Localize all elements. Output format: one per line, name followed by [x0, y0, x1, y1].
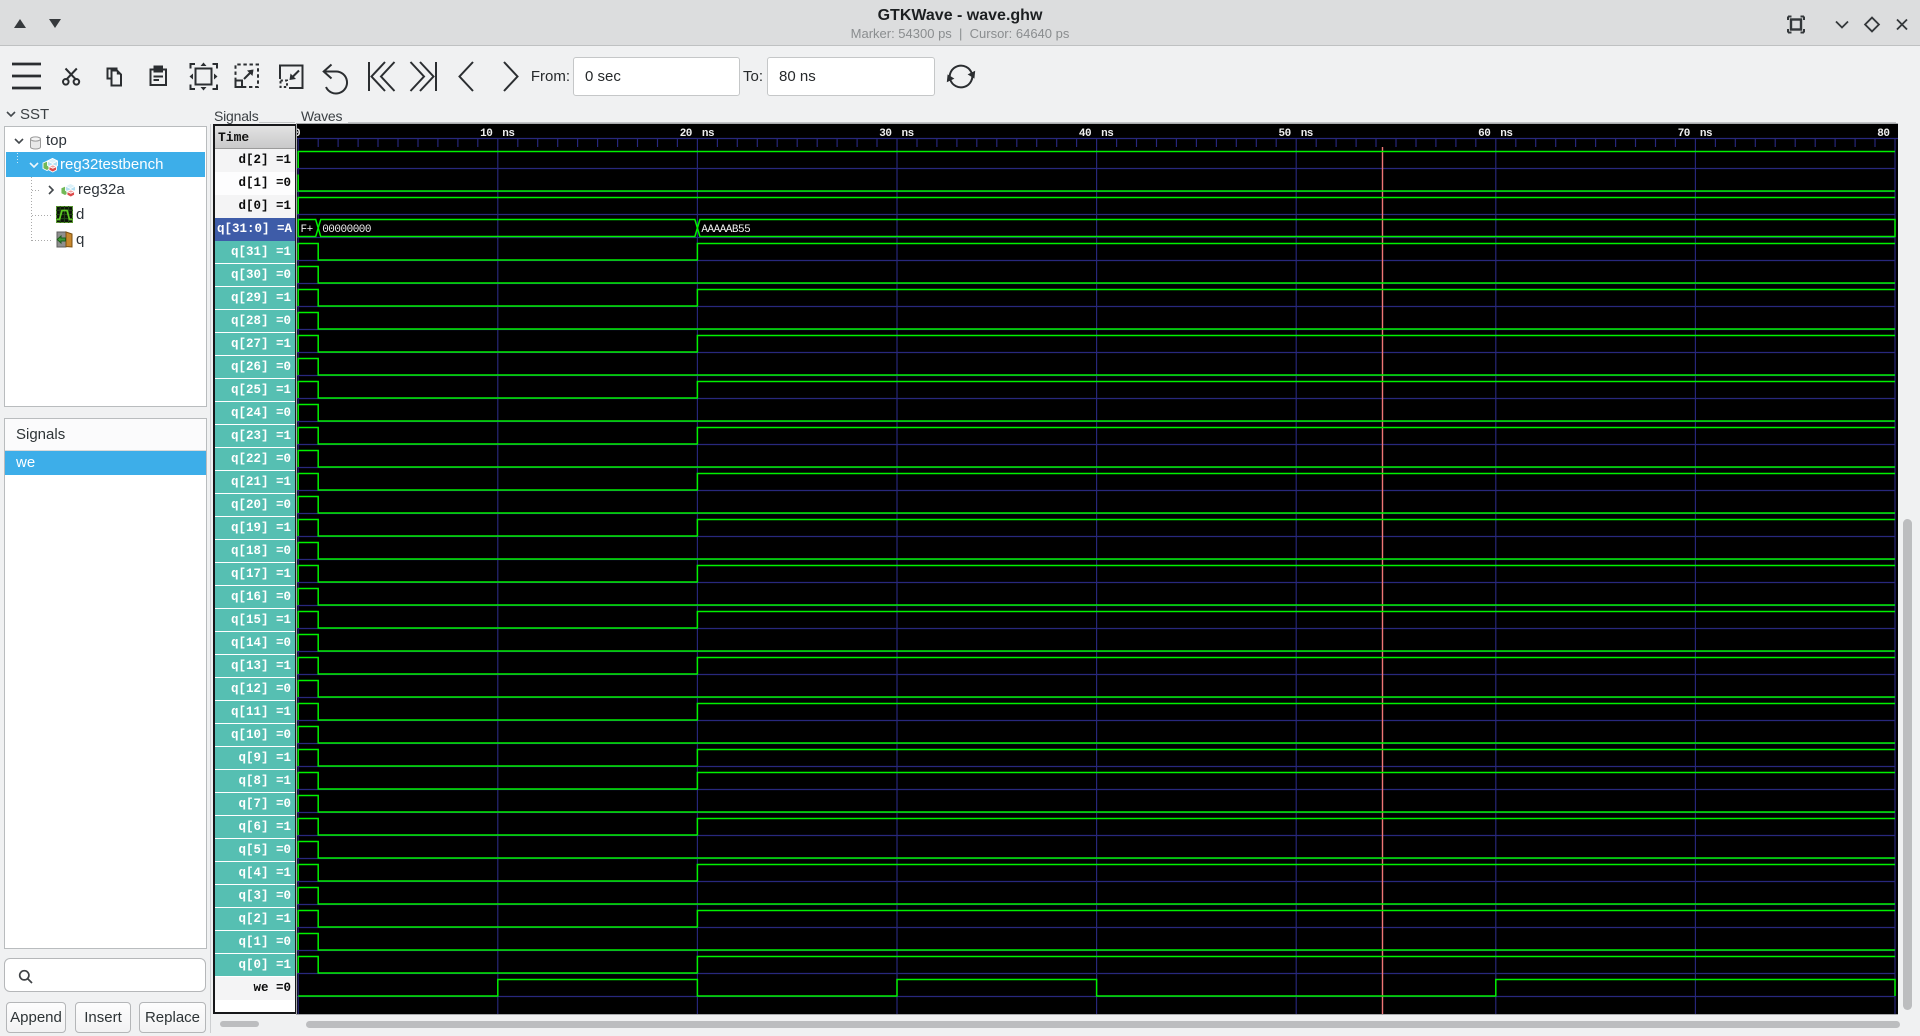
svg-text:ns: ns	[1700, 128, 1712, 140]
svg-text:50: 50	[1278, 128, 1290, 140]
svg-text:0: 0	[297, 128, 300, 140]
svg-text:ns: ns	[1500, 128, 1512, 140]
svg-text:20: 20	[680, 128, 692, 140]
svg-text:80: 80	[1877, 128, 1889, 140]
svg-text:00000000: 00000000	[322, 224, 371, 236]
svg-text:60: 60	[1478, 128, 1490, 140]
svg-text:ns: ns	[1301, 128, 1313, 140]
svg-text:10: 10	[480, 128, 492, 140]
svg-text:F+: F+	[301, 224, 313, 236]
svg-text:ns: ns	[702, 128, 714, 140]
svg-text:AAAAAB55: AAAAAB55	[701, 224, 750, 236]
svg-text:70: 70	[1678, 128, 1690, 140]
svg-text:ns: ns	[902, 128, 914, 140]
svg-text:40: 40	[1079, 128, 1091, 140]
svg-text:ns: ns	[502, 128, 514, 140]
svg-text:30: 30	[879, 128, 891, 140]
svg-text:ns: ns	[1101, 128, 1113, 140]
